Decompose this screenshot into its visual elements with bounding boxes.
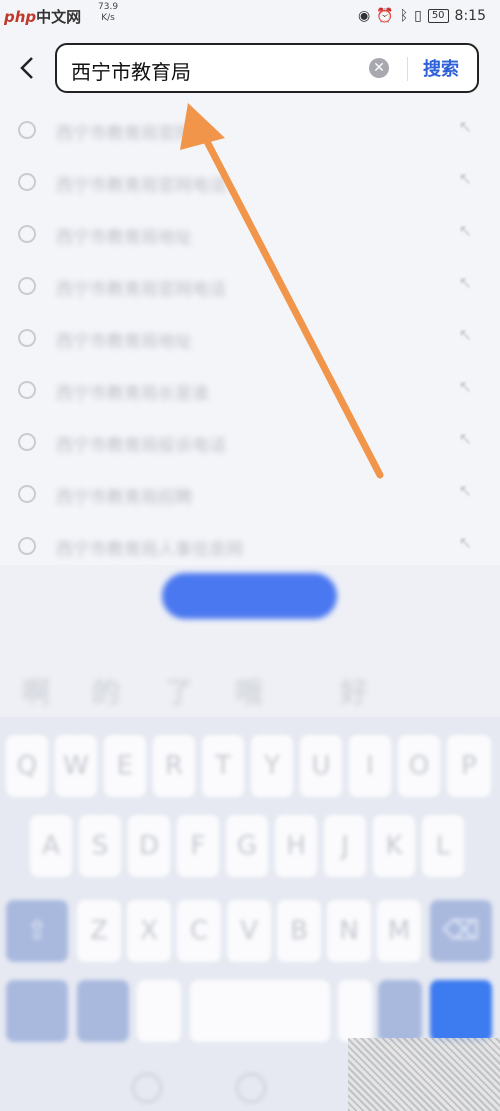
arrow-shaft	[196, 124, 384, 479]
arrow-head	[180, 103, 225, 150]
annotation-arrow-icon	[180, 103, 384, 479]
